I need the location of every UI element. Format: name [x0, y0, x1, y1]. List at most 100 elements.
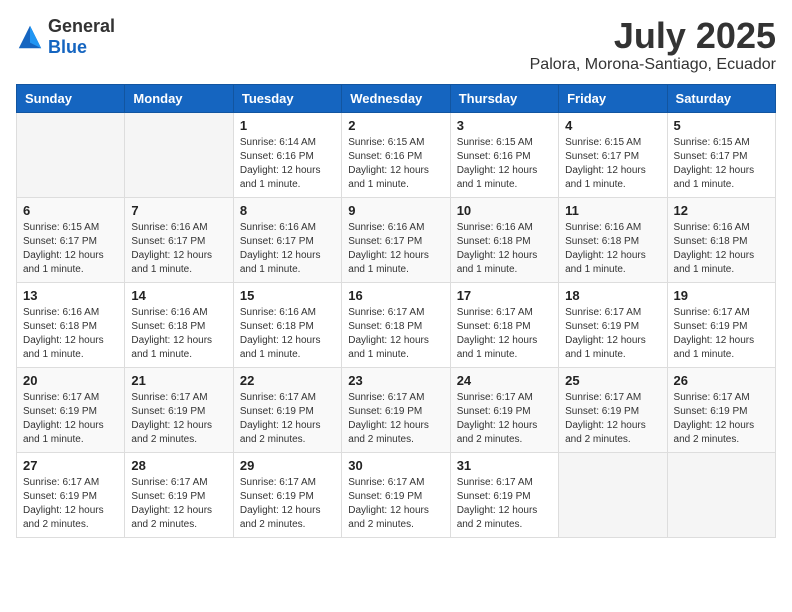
- day-number: 1: [240, 118, 335, 133]
- day-info: Sunrise: 6:17 AM Sunset: 6:18 PM Dayligh…: [348, 306, 443, 362]
- day-number: 13: [23, 288, 118, 303]
- calendar-week-row: 6 Sunrise: 6:15 AM Sunset: 6:17 PM Daylig…: [17, 197, 776, 282]
- day-info: Sunrise: 6:17 AM Sunset: 6:19 PM Dayligh…: [348, 476, 443, 532]
- calendar-week-row: 20 Sunrise: 6:17 AM Sunset: 6:19 PM Dayli…: [17, 367, 776, 452]
- calendar-cell: 8Sunrise: 6:16 AM Sunset: 6:17 PM Daylig…: [233, 197, 341, 282]
- day-number: 17: [457, 288, 552, 303]
- day-number: 10: [457, 203, 552, 218]
- day-number: 6: [23, 203, 118, 218]
- weekday-header-wednesday: Wednesday: [342, 84, 450, 112]
- day-number: 11: [565, 203, 660, 218]
- day-info: Sunrise: 6:17 AM Sunset: 6:19 PM Dayligh…: [674, 306, 769, 362]
- calendar-cell: 31 Sunrise: 6:17 AM Sunset: 6:19 PM Dayli…: [450, 452, 558, 537]
- calendar-cell: 23 Sunrise: 6:17 AM Sunset: 6:19 PM Dayli…: [342, 367, 450, 452]
- day-number: 26: [674, 373, 769, 388]
- day-info: Sunrise: 6:17 AM Sunset: 6:19 PM Dayligh…: [131, 476, 226, 532]
- day-number: 19: [674, 288, 769, 303]
- day-info: Sunrise: 6:17 AM Sunset: 6:19 PM Dayligh…: [240, 391, 335, 447]
- weekday-header-sunday: Sunday: [17, 84, 125, 112]
- calendar-cell: 24 Sunrise: 6:17 AM Sunset: 6:19 PM Dayli…: [450, 367, 558, 452]
- day-info: Sunrise: 6:17 AM Sunset: 6:18 PM Dayligh…: [457, 306, 552, 362]
- day-number: 22: [240, 373, 335, 388]
- calendar-cell: 15Sunrise: 6:16 AM Sunset: 6:18 PM Dayli…: [233, 282, 341, 367]
- day-info: Sunrise: 6:17 AM Sunset: 6:19 PM Dayligh…: [23, 391, 118, 447]
- weekday-header-monday: Monday: [125, 84, 233, 112]
- day-info: Sunrise: 6:16 AM Sunset: 6:18 PM Dayligh…: [131, 306, 226, 362]
- calendar-cell: 2 Sunrise: 6:15 AM Sunset: 6:16 PM Daylig…: [342, 112, 450, 197]
- day-number: 29: [240, 458, 335, 473]
- day-number: 4: [565, 118, 660, 133]
- month-title: July 2025: [530, 16, 776, 56]
- day-info: Sunrise: 6:17 AM Sunset: 6:19 PM Dayligh…: [23, 476, 118, 532]
- calendar-cell: 29 Sunrise: 6:17 AM Sunset: 6:19 PM Dayli…: [233, 452, 341, 537]
- calendar-cell: 25 Sunrise: 6:17 AM Sunset: 6:19 PM Dayli…: [559, 367, 667, 452]
- calendar-cell: 9 Sunrise: 6:16 AM Sunset: 6:17 PM Daylig…: [342, 197, 450, 282]
- day-number: 16: [348, 288, 443, 303]
- calendar-cell: 19 Sunrise: 6:17 AM Sunset: 6:19 PM Dayli…: [667, 282, 775, 367]
- calendar-cell: 5 Sunrise: 6:15 AM Sunset: 6:17 PM Daylig…: [667, 112, 775, 197]
- calendar-cell: 13 Sunrise: 6:16 AM Sunset: 6:18 PM Dayli…: [17, 282, 125, 367]
- day-info: Sunrise: 6:16 AM Sunset: 6:18 PM Dayligh…: [674, 221, 769, 277]
- calendar-cell: 27 Sunrise: 6:17 AM Sunset: 6:19 PM Dayli…: [17, 452, 125, 537]
- calendar-cell: 10 Sunrise: 6:16 AM Sunset: 6:18 PM Dayli…: [450, 197, 558, 282]
- calendar-cell: 28 Sunrise: 6:17 AM Sunset: 6:19 PM Dayli…: [125, 452, 233, 537]
- day-number: 9: [348, 203, 443, 218]
- day-info: Sunrise: 6:15 AM Sunset: 6:16 PM Dayligh…: [457, 136, 552, 192]
- calendar-cell: [125, 112, 233, 197]
- day-info: Sunrise: 6:15 AM Sunset: 6:16 PM Dayligh…: [348, 136, 443, 192]
- weekday-header-row: SundayMondayTuesdayWednesdayThursdayFrid…: [17, 84, 776, 112]
- day-info: Sunrise: 6:17 AM Sunset: 6:19 PM Dayligh…: [674, 391, 769, 447]
- location-title: Palora, Morona-Santiago, Ecuador: [530, 56, 776, 74]
- page-header: General Blue July 2025 Palora, Morona-Sa…: [16, 16, 776, 74]
- calendar-week-row: 27 Sunrise: 6:17 AM Sunset: 6:19 PM Dayli…: [17, 452, 776, 537]
- day-number: 31: [457, 458, 552, 473]
- calendar-cell: 12 Sunrise: 6:16 AM Sunset: 6:18 PM Dayli…: [667, 197, 775, 282]
- day-info: Sunrise: 6:17 AM Sunset: 6:19 PM Dayligh…: [457, 391, 552, 447]
- weekday-header-saturday: Saturday: [667, 84, 775, 112]
- calendar-cell: [17, 112, 125, 197]
- calendar-cell: 18 Sunrise: 6:17 AM Sunset: 6:19 PM Dayli…: [559, 282, 667, 367]
- day-number: 2: [348, 118, 443, 133]
- day-number: 3: [457, 118, 552, 133]
- day-number: 20: [23, 373, 118, 388]
- calendar-cell: 16 Sunrise: 6:17 AM Sunset: 6:18 PM Dayli…: [342, 282, 450, 367]
- logo-general-text: General: [48, 16, 115, 36]
- day-info: Sunrise: 6:16 AM Sunset: 6:18 PM Dayligh…: [457, 221, 552, 277]
- day-info: Sunrise: 6:14 AM Sunset: 6:16 PM Dayligh…: [240, 136, 335, 192]
- day-info: Sunrise: 6:17 AM Sunset: 6:19 PM Dayligh…: [240, 476, 335, 532]
- calendar-cell: 4Sunrise: 6:15 AM Sunset: 6:17 PM Daylig…: [559, 112, 667, 197]
- day-number: 12: [674, 203, 769, 218]
- day-info: Sunrise: 6:16 AM Sunset: 6:18 PM Dayligh…: [565, 221, 660, 277]
- calendar-cell: 17 Sunrise: 6:17 AM Sunset: 6:18 PM Dayli…: [450, 282, 558, 367]
- day-info: Sunrise: 6:17 AM Sunset: 6:19 PM Dayligh…: [348, 391, 443, 447]
- day-info: Sunrise: 6:16 AM Sunset: 6:18 PM Dayligh…: [23, 306, 118, 362]
- day-info: Sunrise: 6:16 AM Sunset: 6:17 PM Dayligh…: [348, 221, 443, 277]
- day-number: 24: [457, 373, 552, 388]
- day-info: Sunrise: 6:15 AM Sunset: 6:17 PM Dayligh…: [23, 221, 118, 277]
- day-number: 18: [565, 288, 660, 303]
- day-number: 25: [565, 373, 660, 388]
- calendar-cell: 21 Sunrise: 6:17 AM Sunset: 6:19 PM Dayli…: [125, 367, 233, 452]
- calendar-cell: [667, 452, 775, 537]
- calendar-cell: [559, 452, 667, 537]
- calendar-week-row: 1 Sunrise: 6:14 AM Sunset: 6:16 PM Daylig…: [17, 112, 776, 197]
- calendar-cell: 20 Sunrise: 6:17 AM Sunset: 6:19 PM Dayli…: [17, 367, 125, 452]
- calendar-cell: 30Sunrise: 6:17 AM Sunset: 6:19 PM Dayli…: [342, 452, 450, 537]
- day-info: Sunrise: 6:17 AM Sunset: 6:19 PM Dayligh…: [457, 476, 552, 532]
- calendar-table: SundayMondayTuesdayWednesdayThursdayFrid…: [16, 84, 776, 538]
- day-number: 28: [131, 458, 226, 473]
- day-number: 21: [131, 373, 226, 388]
- day-info: Sunrise: 6:17 AM Sunset: 6:19 PM Dayligh…: [131, 391, 226, 447]
- day-info: Sunrise: 6:17 AM Sunset: 6:19 PM Dayligh…: [565, 391, 660, 447]
- day-number: 5: [674, 118, 769, 133]
- calendar-week-row: 13 Sunrise: 6:16 AM Sunset: 6:18 PM Dayli…: [17, 282, 776, 367]
- weekday-header-tuesday: Tuesday: [233, 84, 341, 112]
- calendar-cell: 6 Sunrise: 6:15 AM Sunset: 6:17 PM Daylig…: [17, 197, 125, 282]
- day-info: Sunrise: 6:15 AM Sunset: 6:17 PM Dayligh…: [674, 136, 769, 192]
- day-info: Sunrise: 6:17 AM Sunset: 6:19 PM Dayligh…: [565, 306, 660, 362]
- day-info: Sunrise: 6:16 AM Sunset: 6:17 PM Dayligh…: [131, 221, 226, 277]
- weekday-header-thursday: Thursday: [450, 84, 558, 112]
- day-number: 23: [348, 373, 443, 388]
- calendar-cell: 22 Sunrise: 6:17 AM Sunset: 6:19 PM Dayli…: [233, 367, 341, 452]
- day-number: 27: [23, 458, 118, 473]
